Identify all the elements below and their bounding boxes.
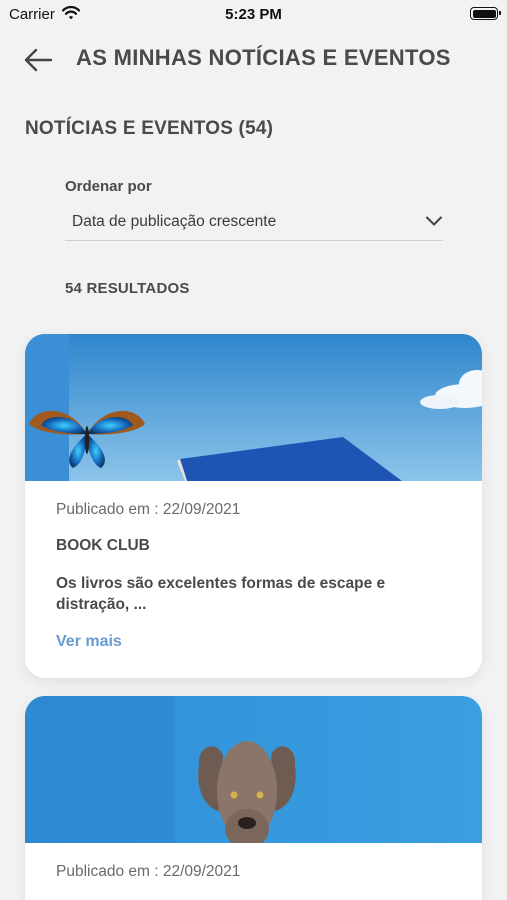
status-time: 5:23 PM [225, 6, 282, 23]
news-card[interactable]: Publicado em : 22/09/2021 [25, 696, 482, 900]
news-card[interactable]: Publicado em : 22/09/2021 BOOK CLUB Os l… [25, 334, 482, 678]
see-more-link[interactable]: Ver mais [56, 633, 122, 651]
sort-selected-value: Data de publicação crescente [72, 213, 277, 230]
page-title: AS MINHAS NOTÍCIAS E EVENTOS [76, 45, 451, 70]
chevron-down-icon [426, 216, 442, 226]
results-count: 54 RESULTADOS [65, 280, 190, 297]
arrow-left-icon [24, 48, 53, 72]
card-title: BOOK CLUB [56, 537, 150, 554]
section-title: NOTÍCIAS E EVENTOS (54) [25, 118, 274, 139]
status-bar: Carrier 5:23 PM [0, 0, 507, 28]
butterfly-book-sky-image [25, 334, 482, 481]
published-date: Publicado em : 22/09/2021 [56, 501, 241, 518]
sort-label: Ordenar por [65, 178, 152, 195]
published-date: Publicado em : 22/09/2021 [56, 863, 241, 880]
back-button[interactable] [22, 45, 56, 75]
battery-icon [470, 7, 501, 20]
card-description: Os livros são excelentes formas de escap… [56, 575, 386, 613]
dog-blue-wall-image [25, 696, 482, 843]
sort-dropdown[interactable]: Data de publicação crescente [65, 206, 443, 241]
